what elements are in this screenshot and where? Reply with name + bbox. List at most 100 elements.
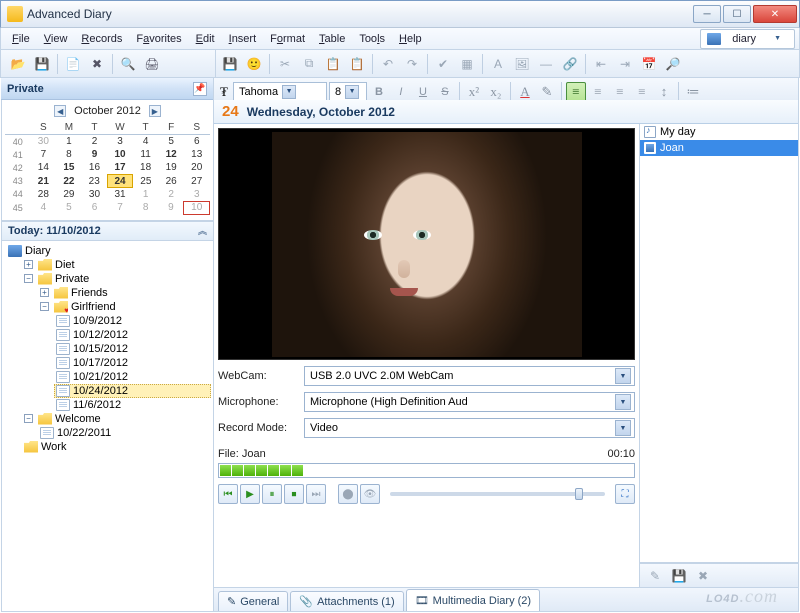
copy-icon[interactable]: ⧉ [298,53,320,75]
tree-entry[interactable]: 11/6/2012 [54,398,211,412]
line-icon[interactable]: ― [535,53,557,75]
font-size-combo[interactable]: 8▼ [329,82,367,102]
indent-left-icon[interactable]: ⇤ [590,53,612,75]
calendar-grid[interactable]: SMTWTFS 4030123456 4178910111213 4214151… [5,121,210,215]
align-center-button[interactable]: ≡ [588,82,608,102]
edit-entry-icon[interactable]: ✎ [644,565,666,587]
save-icon[interactable]: 💾 [31,53,53,75]
entries-list[interactable]: My day Joan [640,124,798,563]
tab-multimedia[interactable]: 🎞Multimedia Diary (2) [406,589,540,611]
save-entry-icon[interactable]: 💾 [668,565,690,587]
menu-tools[interactable]: Tools [352,31,392,47]
indent-right-icon[interactable]: ⇥ [614,53,636,75]
align-justify-button[interactable]: ≡ [632,82,652,102]
tree-welcome[interactable]: −Welcome [22,412,211,426]
menu-favorites[interactable]: Favorites [129,31,188,47]
tree-root[interactable]: Diary [6,244,211,258]
delete-entry-icon[interactable]: ✖ [692,565,714,587]
subscript-button[interactable]: x₂ [486,82,506,102]
line-spacing-button[interactable]: ↕ [654,82,674,102]
video-preview[interactable] [218,128,635,360]
folder-icon [24,441,38,453]
maximize-button[interactable]: ☐ [723,5,751,23]
calendar-month[interactable]: October 2012 [74,105,141,117]
strike-button[interactable]: S [435,82,455,102]
tree-diet[interactable]: +Diet [22,258,211,272]
close-button[interactable]: ✕ [753,5,797,23]
menu-format[interactable]: Format [263,31,312,47]
print-icon[interactable]: 🖨 [141,53,163,75]
menu-help[interactable]: Help [392,31,429,47]
tree-work[interactable]: Work [22,440,211,454]
tab-attachments[interactable]: 📎Attachments (1) [290,591,403,611]
menu-edit[interactable]: Edit [189,31,222,47]
tree-entry[interactable]: 10/9/2012 [54,314,211,328]
image-icon[interactable]: 🖼 [511,53,533,75]
redo-icon[interactable]: ↷ [401,53,423,75]
play-button[interactable]: ▶ [240,484,260,504]
pin-icon[interactable]: 📌 [193,82,207,96]
tree-girlfriend[interactable]: −Girlfriend [38,300,211,314]
diary-selector[interactable]: diary ▼ [700,29,795,49]
skip-fwd-button[interactable]: ⏭ [306,484,326,504]
superscript-button[interactable]: x² [464,82,484,102]
tree-entry[interactable]: 10/12/2012 [54,328,211,342]
date-icon[interactable]: 📅 [638,53,660,75]
align-left-button[interactable]: ≡ [566,82,586,102]
pause-button[interactable]: ⏸ [262,484,282,504]
tree-friends[interactable]: +Friends [38,286,211,300]
align-right-button[interactable]: ≡ [610,82,630,102]
tree-entry-selected[interactable]: 10/24/2012 [54,384,211,398]
volume-slider[interactable] [390,492,605,496]
paste-special-icon[interactable]: 📋 [346,53,368,75]
menu-records[interactable]: Records [74,31,129,47]
cut-icon[interactable]: ✂ [274,53,296,75]
open-folder-icon[interactable]: 📂 [7,53,29,75]
tab-general[interactable]: ✎General [218,591,288,611]
bold-button[interactable]: B [369,82,389,102]
find-icon[interactable]: 🔎 [662,53,684,75]
fullscreen-button[interactable]: ⛶ [615,484,635,504]
prev-month-button[interactable]: ◀ [54,105,66,117]
undo-icon[interactable]: ↶ [377,53,399,75]
underline-button[interactable]: U [413,82,433,102]
menu-view[interactable]: View [37,31,75,47]
menu-file[interactable]: File [5,31,37,47]
tree-entry[interactable]: 10/15/2012 [54,342,211,356]
search-icon[interactable]: 🔍 [117,53,139,75]
record-mode-select[interactable]: Video▼ [304,418,635,438]
skip-back-button[interactable]: ⏮ [218,484,238,504]
next-month-button[interactable]: ▶ [149,105,161,117]
tree-entry[interactable]: 10/17/2012 [54,356,211,370]
paste-icon[interactable]: 📋 [322,53,344,75]
minimize-button[interactable]: ─ [693,5,721,23]
spellcheck-icon[interactable]: ✔ [432,53,454,75]
link-icon[interactable]: 🔗 [559,53,581,75]
entry-item-selected[interactable]: Joan [640,140,798,156]
textbox-icon[interactable]: A [487,53,509,75]
tree-entry[interactable]: 10/21/2012 [54,370,211,384]
menu-table[interactable]: Table [312,31,352,47]
emoji-icon[interactable]: 🙂 [243,53,265,75]
microphone-select[interactable]: Microphone (High Definition Aud▼ [304,392,635,412]
font-family-combo[interactable]: Tahoma▼ [233,82,327,102]
entry-item[interactable]: My day [640,124,798,140]
delete-entry-icon[interactable]: ✖ [86,53,108,75]
italic-button[interactable]: I [391,82,411,102]
save-doc-icon[interactable]: 💾 [219,53,241,75]
progress-bar[interactable] [218,463,635,478]
bullet-list-button[interactable]: ≔ [683,82,703,102]
menu-insert[interactable]: Insert [222,31,264,47]
stop-button[interactable]: ⏹ [284,484,304,504]
today-bar[interactable]: Today: 11/10/2012 ︽ [2,221,213,241]
font-color-button[interactable]: A [515,82,535,102]
diary-tree[interactable]: Diary +Diet −Private +Friends −Girlfrien… [2,241,213,612]
snapshot-button[interactable]: 👁 [360,484,380,504]
highlight-button[interactable]: ✎ [537,82,557,102]
tree-private[interactable]: −Private [22,272,211,286]
record-button[interactable]: ⬤ [338,484,358,504]
table-icon[interactable]: ▦ [456,53,478,75]
webcam-select[interactable]: USB 2.0 UVC 2.0M WebCam▼ [304,366,635,386]
new-entry-icon[interactable]: 📄 [62,53,84,75]
tree-entry[interactable]: 10/22/2011 [38,426,211,440]
